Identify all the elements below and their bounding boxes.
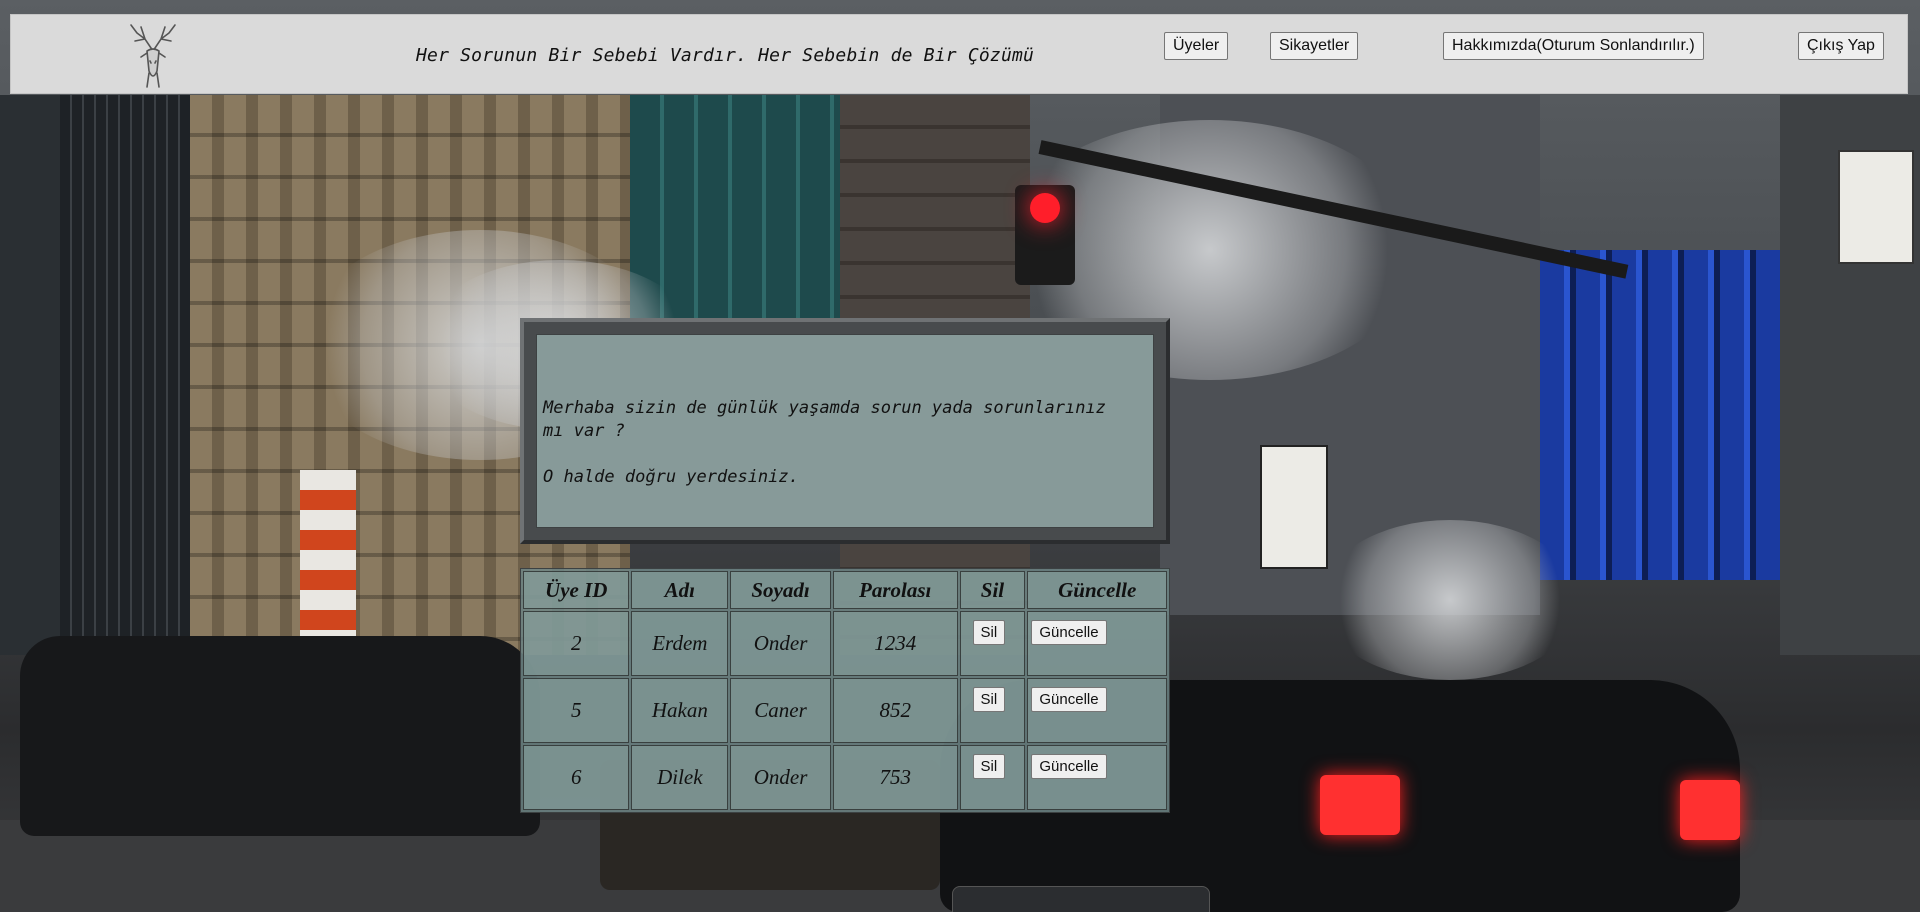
- table-row: 6 Dilek Onder 753 Sil Güncelle: [523, 745, 1167, 810]
- cell-update: Güncelle: [1027, 611, 1167, 676]
- welcome-message-text: Merhaba sizin de günlük yaşamda sorun ya…: [536, 334, 1154, 528]
- delete-button[interactable]: Sil: [972, 620, 1006, 645]
- about-button[interactable]: Hakkımızda(Oturum Sonlandırılır.): [1443, 32, 1704, 60]
- message-line-1: Merhaba sizin de günlük yaşamda sorun ya…: [543, 398, 1106, 418]
- update-button[interactable]: Güncelle: [1031, 754, 1107, 779]
- message-line-3: O halde doğru yerdesiniz.: [543, 467, 799, 487]
- cell-id: 2: [523, 611, 630, 676]
- deer-logo-icon: [130, 24, 176, 88]
- cell-name: Erdem: [631, 611, 729, 676]
- table-row: 2 Erdem Onder 1234 Sil Güncelle: [523, 611, 1167, 676]
- site-tagline: Her Sorunun Bir Sebebi Vardır. Her Sebeb…: [416, 45, 1035, 66]
- delete-button[interactable]: Sil: [972, 687, 1006, 712]
- members-button[interactable]: Üyeler: [1164, 32, 1229, 60]
- col-header-id: Üye ID: [523, 571, 630, 609]
- bottom-tab-handle: [952, 886, 1210, 912]
- logout-button[interactable]: Çıkış Yap: [1798, 32, 1884, 60]
- cell-delete: Sil: [959, 611, 1026, 676]
- message-line-2: mı var ?: [543, 421, 625, 441]
- cell-surname: Caner: [730, 678, 831, 743]
- cell-update: Güncelle: [1027, 678, 1167, 743]
- cell-password: 1234: [832, 611, 958, 676]
- cell-update: Güncelle: [1027, 745, 1167, 810]
- table-row: 5 Hakan Caner 852 Sil Güncelle: [523, 678, 1167, 743]
- cell-password: 753: [832, 745, 958, 810]
- cell-name: Dilek: [631, 745, 729, 810]
- cell-password: 852: [832, 678, 958, 743]
- cell-delete: Sil: [959, 745, 1026, 810]
- top-header-bar: Her Sorunun Bir Sebebi Vardır. Her Sebeb…: [10, 14, 1908, 94]
- cell-surname: Onder: [730, 611, 831, 676]
- col-header-name: Adı: [631, 571, 729, 609]
- welcome-message-panel: Merhaba sizin de günlük yaşamda sorun ya…: [520, 318, 1170, 544]
- col-header-update: Güncelle: [1027, 571, 1167, 609]
- delete-button[interactable]: Sil: [972, 754, 1006, 779]
- cell-delete: Sil: [959, 678, 1026, 743]
- update-button[interactable]: Güncelle: [1031, 687, 1107, 712]
- update-button[interactable]: Güncelle: [1031, 620, 1107, 645]
- col-header-password: Parolası: [832, 571, 958, 609]
- col-header-delete: Sil: [959, 571, 1026, 609]
- col-header-surname: Soyadı: [730, 571, 831, 609]
- cell-id: 6: [523, 745, 630, 810]
- members-table: Üye ID Adı Soyadı Parolası Sil Güncelle …: [520, 568, 1170, 813]
- complaints-button[interactable]: Sikayetler: [1270, 32, 1359, 60]
- cell-id: 5: [523, 678, 630, 743]
- cell-name: Hakan: [631, 678, 729, 743]
- cell-surname: Onder: [730, 745, 831, 810]
- table-header-row: Üye ID Adı Soyadı Parolası Sil Güncelle: [523, 571, 1167, 609]
